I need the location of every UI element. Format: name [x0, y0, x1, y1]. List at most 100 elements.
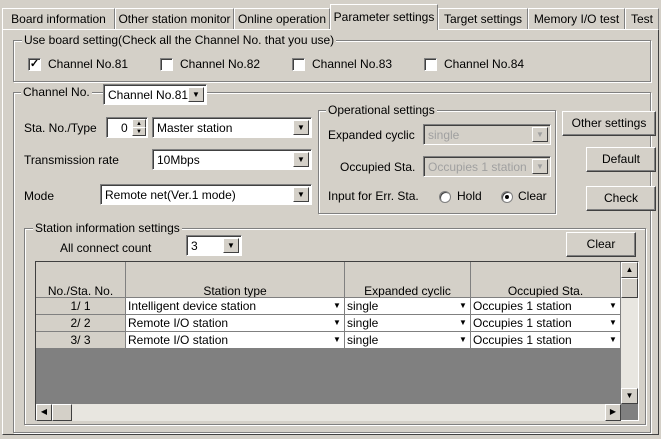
station-type-select[interactable]: Master station ▼ — [152, 117, 312, 138]
transmission-rate-label: Transmission rate — [24, 153, 119, 167]
transmission-rate-select[interactable]: 10Mbps ▼ — [152, 149, 312, 170]
tab-label: Online operation — [237, 12, 327, 26]
horizontal-scrollbar[interactable] — [36, 404, 621, 421]
tab-label: Board information — [11, 12, 106, 26]
input-err-sta-label: Input for Err. Sta. — [328, 189, 419, 203]
scroll-thumb[interactable] — [621, 278, 638, 298]
station-type-cell[interactable]: Remote I/O station ▼ — [126, 332, 345, 349]
tab-memory-io-test[interactable]: Memory I/O test — [528, 8, 625, 30]
chevron-down-icon[interactable]: ▼ — [457, 333, 469, 347]
chevron-down-icon[interactable]: ▼ — [331, 333, 343, 347]
chevron-down-icon[interactable]: ▼ — [607, 316, 619, 330]
chevron-down-icon[interactable]: ▼ — [293, 152, 309, 167]
chevron-down-icon: ▼ — [532, 127, 548, 142]
tab-target-settings[interactable]: Target settings — [438, 8, 528, 30]
occupied-sta-cell[interactable]: Occupies 1 station ▼ — [471, 332, 621, 349]
cell-value: Remote I/O station — [128, 316, 229, 330]
column-header-occupied-sta: Occupied Sta. — [471, 262, 621, 298]
chevron-down-icon[interactable]: ▼ — [607, 333, 619, 347]
cell-value: Occupies 1 station — [473, 316, 572, 330]
other-settings-button[interactable]: Other settings — [562, 111, 656, 136]
expanded-cyclic-select[interactable]: single ▼ — [423, 124, 551, 145]
table-row-header: 3/ 3 — [36, 332, 126, 349]
expanded-cyclic-cell[interactable]: single ▼ — [345, 332, 471, 349]
radio-selected-dot — [505, 195, 509, 199]
tab-board-information[interactable]: Board information — [2, 8, 115, 30]
tab-label: Parameter settings — [333, 10, 435, 24]
column-header-expanded-cyclic: Expanded cyclic — [345, 262, 471, 298]
expanded-cyclic-label: Expanded cyclic — [328, 128, 415, 142]
chevron-down-icon: ▼ — [532, 159, 548, 174]
chevron-down-icon[interactable]: ▼ — [457, 299, 469, 313]
sta-no-type-label: Sta. No./Type — [24, 121, 97, 135]
scroll-right-icon[interactable]: ▶ — [605, 404, 621, 421]
chevron-down-icon[interactable]: ▼ — [223, 238, 239, 253]
chevron-down-icon[interactable]: ▼ — [188, 87, 204, 102]
scroll-down-icon[interactable]: ▼ — [621, 388, 638, 404]
channel-83-checkbox[interactable] — [292, 58, 305, 71]
tab-other-station-monitor[interactable]: Other station monitor — [115, 8, 234, 30]
tab-label: Other station monitor — [118, 12, 231, 26]
tab-label: Memory I/O test — [533, 12, 620, 26]
cell-value: Intelligent device station — [128, 299, 257, 313]
sta-no-value: 0 — [121, 121, 128, 135]
hold-radio[interactable] — [439, 191, 451, 203]
channel-label: Channel No. — [21, 85, 92, 99]
channel-81-checkbox[interactable]: ✓ — [28, 58, 41, 71]
channel-84-label: Channel No.84 — [444, 57, 525, 71]
tab-online-operation[interactable]: Online operation — [234, 8, 330, 30]
chevron-down-icon[interactable]: ▼ — [457, 316, 469, 330]
occupied-sta-select[interactable]: Occupies 1 station ▼ — [423, 156, 551, 177]
cell-value: Remote I/O station — [128, 333, 229, 347]
expanded-cyclic-cell[interactable]: single ▼ — [345, 315, 471, 332]
station-info-legend: Station information settings — [33, 221, 182, 235]
all-connect-count-select[interactable]: 3 ▼ — [186, 235, 242, 256]
cell-value: single — [347, 316, 379, 330]
chevron-down-icon[interactable]: ▼ — [331, 299, 343, 313]
station-type-cell[interactable]: Intelligent device station ▼ — [126, 298, 345, 315]
chevron-down-icon[interactable]: ▼ — [293, 187, 309, 202]
spin-down-icon[interactable]: ▼ — [132, 127, 146, 136]
channel-83-label: Channel No.83 — [312, 57, 393, 71]
occupied-sta-cell[interactable]: Occupies 1 station ▼ — [471, 315, 621, 332]
default-button[interactable]: Default — [586, 147, 656, 172]
channel-82-checkbox[interactable] — [160, 58, 173, 71]
check-button[interactable]: Check — [586, 186, 656, 211]
transmission-rate-value: 10Mbps — [157, 153, 200, 167]
tab-label: Target settings — [443, 12, 523, 26]
station-table: No./Sta. No. Station type Expanded cycli… — [35, 261, 639, 421]
occupied-sta-cell[interactable]: Occupies 1 station ▼ — [471, 298, 621, 315]
clear-label: Clear — [518, 189, 547, 203]
mode-select[interactable]: Remote net(Ver.1 mode) ▼ — [100, 184, 312, 205]
tab-label: Test — [630, 12, 653, 26]
hold-label: Hold — [457, 189, 482, 203]
expanded-cyclic-cell[interactable]: single ▼ — [345, 298, 471, 315]
occupied-sta-value: Occupies 1 station — [428, 160, 527, 174]
scroll-up-icon[interactable]: ▲ — [621, 262, 638, 278]
chevron-down-icon[interactable]: ▼ — [607, 299, 619, 313]
tab-parameter-settings[interactable]: Parameter settings — [330, 4, 438, 30]
cell-value: Occupies 1 station — [473, 299, 572, 313]
chevron-down-icon[interactable]: ▼ — [331, 316, 343, 330]
cell-value: single — [347, 299, 379, 313]
all-connect-count-value: 3 — [191, 239, 198, 253]
clear-radio[interactable] — [501, 191, 513, 203]
cell-value: single — [347, 333, 379, 347]
cell-value: Occupies 1 station — [473, 333, 572, 347]
table-row-header: 1/ 1 — [36, 298, 126, 315]
tab-bar: Board information Other station monitor … — [0, 4, 661, 30]
scroll-left-icon[interactable]: ◀ — [36, 404, 52, 421]
chevron-down-icon[interactable]: ▼ — [293, 120, 309, 135]
table-row-header: 2/ 2 — [36, 315, 126, 332]
channel-select[interactable]: Channel No.81 ▼ — [103, 84, 207, 105]
channel-82-label: Channel No.82 — [180, 57, 261, 71]
channel-84-checkbox[interactable] — [424, 58, 437, 71]
station-type-cell[interactable]: Remote I/O station ▼ — [126, 315, 345, 332]
clear-button[interactable]: Clear — [566, 232, 636, 257]
column-header-no: No./Sta. No. — [36, 262, 126, 298]
expanded-cyclic-value: single — [428, 128, 460, 142]
horizontal-scroll-thumb[interactable] — [52, 404, 72, 421]
channel-select-value: Channel No.81 — [108, 88, 189, 102]
channel-81-label: Channel No.81 — [48, 57, 129, 71]
tab-test[interactable]: Test — [625, 8, 659, 30]
